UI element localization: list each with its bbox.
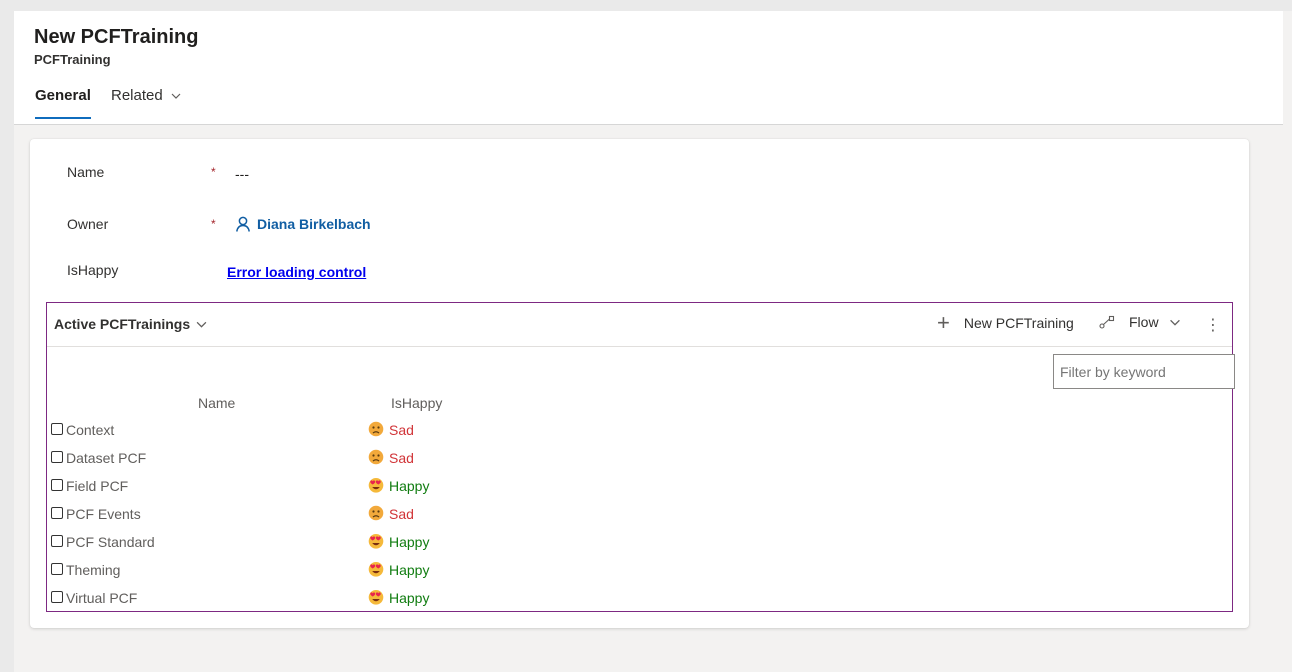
- view-name: Active PCFTrainings: [54, 316, 191, 332]
- row-checkbox[interactable]: [51, 479, 63, 491]
- table-row[interactable]: Dataset PCF Sad: [47, 446, 1232, 474]
- row-ishappy-value: Sad: [389, 422, 414, 438]
- left-gutter: [0, 0, 14, 672]
- row-ishappy-value: Sad: [389, 450, 414, 466]
- more-commands-icon[interactable]: ⋮: [1205, 315, 1221, 335]
- top-strip: [0, 0, 1292, 11]
- filter-by-keyword-input[interactable]: [1053, 354, 1235, 389]
- heart-eyes-icon: [368, 533, 384, 549]
- name-label: Name: [67, 164, 105, 180]
- heart-eyes-icon: [368, 561, 384, 577]
- general-section-card: Name * --- Owner * Diana Birkelbach IsHa…: [30, 139, 1249, 628]
- table-row[interactable]: PCF Events Sad: [47, 502, 1232, 530]
- flow-icon: [1099, 315, 1115, 329]
- owner-name: Diana Birkelbach: [257, 216, 371, 232]
- chevron-down-icon: [196, 321, 207, 328]
- row-checkbox[interactable]: [51, 507, 63, 519]
- row-checkbox[interactable]: [51, 591, 63, 603]
- new-record-label: New PCFTraining: [963, 315, 1074, 331]
- heart-eyes-icon: [368, 589, 384, 605]
- row-ishappy-value: Happy: [389, 590, 430, 606]
- record-entity-name: PCFTraining: [34, 52, 111, 67]
- error-loading-control-link[interactable]: Error loading control: [227, 264, 366, 280]
- chevron-down-icon: [171, 93, 181, 99]
- required-marker: *: [211, 165, 216, 179]
- record-title: New PCFTraining: [34, 26, 199, 48]
- owner-lookup[interactable]: Diana Birkelbach: [235, 216, 371, 232]
- view-selector[interactable]: Active PCFTrainings: [54, 316, 207, 332]
- tab-related-label: Related: [111, 87, 163, 104]
- flow-button[interactable]: Flow: [1099, 314, 1181, 330]
- sad-face-icon: [368, 421, 384, 437]
- row-checkbox[interactable]: [51, 423, 63, 435]
- flow-label: Flow: [1129, 314, 1159, 330]
- table-row[interactable]: Field PCF Happy: [47, 474, 1232, 502]
- name-field[interactable]: ---: [235, 166, 249, 182]
- row-checkbox[interactable]: [51, 451, 63, 463]
- sad-face-icon: [368, 449, 384, 465]
- row-ishappy-value: Happy: [389, 478, 430, 494]
- column-header-name[interactable]: Name: [198, 395, 235, 411]
- new-record-button[interactable]: + New PCFTraining: [937, 310, 1074, 335]
- row-checkbox[interactable]: [51, 535, 63, 547]
- heart-eyes-icon: [368, 477, 384, 493]
- table-row[interactable]: PCF Standard Happy: [47, 530, 1232, 558]
- tab-related[interactable]: Related: [111, 87, 181, 104]
- tab-general[interactable]: General: [35, 87, 91, 119]
- column-header-ishappy[interactable]: IsHappy: [391, 395, 442, 411]
- row-ishappy-value: Happy: [389, 534, 430, 550]
- table-row[interactable]: Virtual PCF Happy: [47, 586, 1232, 614]
- table-row[interactable]: Context Sad: [47, 418, 1232, 446]
- row-ishappy-value: Sad: [389, 506, 414, 522]
- form-header: New PCFTraining PCFTraining General Rela…: [14, 11, 1283, 125]
- active-pcftrainings-subgrid: Active PCFTrainings + New PCFTraining Fl…: [46, 302, 1235, 614]
- ishappy-label: IsHappy: [67, 262, 119, 278]
- row-name[interactable]: Context: [66, 422, 114, 438]
- subgrid-toolbar: Active PCFTrainings + New PCFTraining Fl…: [47, 303, 1232, 347]
- plus-icon: +: [937, 310, 950, 335]
- row-name[interactable]: PCF Standard: [66, 534, 155, 550]
- row-checkbox[interactable]: [51, 563, 63, 575]
- table-row[interactable]: Theming Happy: [47, 558, 1232, 586]
- row-name[interactable]: Virtual PCF: [66, 590, 137, 606]
- row-name[interactable]: Theming: [66, 562, 120, 578]
- row-name[interactable]: Field PCF: [66, 478, 128, 494]
- row-ishappy-value: Happy: [389, 562, 430, 578]
- row-name[interactable]: PCF Events: [66, 506, 141, 522]
- required-marker: *: [211, 217, 216, 231]
- owner-label: Owner: [67, 216, 109, 232]
- sad-face-icon: [368, 505, 384, 521]
- row-name[interactable]: Dataset PCF: [66, 450, 146, 466]
- chevron-down-icon: [1169, 319, 1180, 326]
- person-icon: [236, 216, 250, 232]
